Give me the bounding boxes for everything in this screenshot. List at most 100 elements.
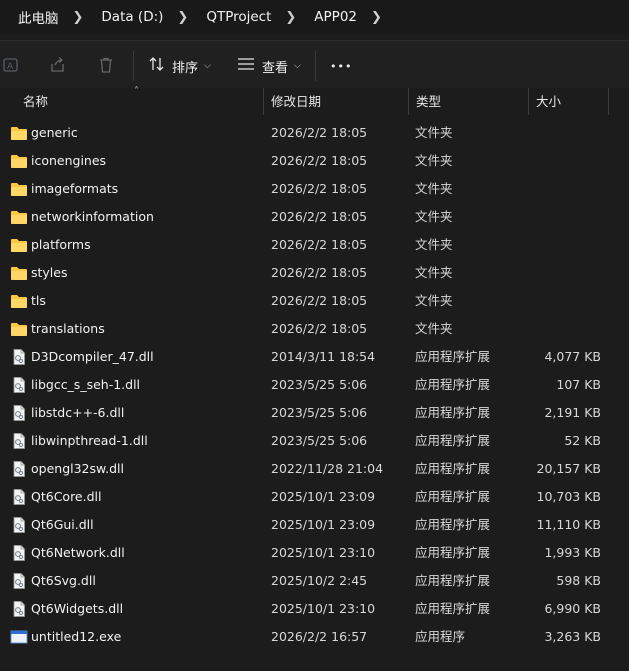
file-name: untitled12.exe [31, 629, 122, 644]
file-date: 2026/2/2 18:05 [271, 125, 368, 140]
table-row[interactable]: libgcc_s_seh-1.dll 2023/5/25 5:06 应用程序扩展 10… [0, 371, 629, 399]
column-divider[interactable] [608, 88, 609, 115]
file-type: 文件夹 [415, 265, 453, 280]
file-name: libgcc_s_seh-1.dll [31, 377, 141, 392]
view-list-icon [237, 57, 262, 75]
table-row[interactable]: libwinpthread-1.dll 2023/5/25 5:06 应用程序扩展 5… [0, 427, 629, 455]
dll-file-icon [10, 433, 28, 449]
table-row[interactable]: Qt6Network.dll 2025/10/1 23:10 应用程序扩展 1,993… [0, 539, 629, 567]
table-row[interactable]: libstdc++-6.dll 2023/5/25 5:06 应用程序扩展 2,191… [0, 399, 629, 427]
file-name: Qt6Svg.dll [31, 573, 96, 588]
file-name: D3Dcompiler_47.dll [31, 349, 154, 364]
file-type: 文件夹 [415, 153, 453, 168]
file-date: 2026/2/2 18:05 [271, 181, 368, 196]
column-name-label: 名称 [23, 94, 49, 109]
file-type: 应用程序扩展 [415, 573, 491, 588]
file-type: 文件夹 [415, 125, 453, 140]
table-row[interactable]: Qt6Widgets.dll 2025/10/1 23:10 应用程序扩展 6,990… [0, 595, 629, 623]
folder-icon [10, 181, 28, 197]
file-type: 文件夹 [415, 237, 453, 252]
folder-icon [10, 153, 28, 169]
file-size: 598 KB [556, 573, 601, 588]
sort-ascending-icon: ˄ [134, 86, 139, 97]
dll-file-icon [10, 517, 28, 533]
chevron-right-icon[interactable]: ❯ [371, 10, 382, 25]
dll-file-icon [10, 489, 28, 505]
column-size-label: 大小 [536, 94, 562, 109]
table-row[interactable]: generic 2026/2/2 18:05 文件夹 [0, 119, 629, 147]
file-date: 2026/2/2 18:05 [271, 237, 368, 252]
file-date: 2026/2/2 18:05 [271, 321, 368, 336]
more-icon: ••• [330, 59, 353, 73]
breadcrumb-item-app02[interactable]: APP02 ❯ [296, 0, 382, 34]
file-size: 4,077 KB [544, 349, 601, 364]
sort-button[interactable]: 排序 ⌵ [148, 52, 211, 80]
column-name[interactable]: 名称 [15, 88, 263, 115]
more-options-button[interactable]: ••• [330, 52, 352, 80]
file-date: 2026/2/2 16:57 [271, 629, 368, 644]
file-name: iconengines [31, 153, 107, 168]
file-date: 2014/3/11 18:54 [271, 349, 376, 364]
breadcrumb: 此电脑 ❯ Data (D:) ❯ QTProject ❯ APP02 ❯ [0, 0, 629, 34]
table-row[interactable]: opengl32sw.dll 2022/11/28 21:04 应用程序扩展 20,1… [0, 455, 629, 483]
trash-icon[interactable] [95, 54, 117, 76]
breadcrumb-label: QTProject [206, 9, 272, 25]
column-modified-label: 修改日期 [271, 94, 322, 109]
table-row[interactable]: untitled12.exe 2026/2/2 16:57 应用程序 3,263 KB [0, 623, 629, 651]
breadcrumb-item-this-pc[interactable]: 此电脑 ❯ [0, 0, 83, 34]
file-name: tls [31, 293, 46, 308]
dll-file-icon [10, 573, 28, 589]
table-row[interactable]: networkinformation 2026/2/2 18:05 文件夹 [0, 203, 629, 231]
table-row[interactable]: iconengines 2026/2/2 18:05 文件夹 [0, 147, 629, 175]
table-row[interactable]: Qt6Core.dll 2025/10/1 23:09 应用程序扩展 10,703 K… [0, 483, 629, 511]
table-row[interactable]: Qt6Gui.dll 2025/10/1 23:09 应用程序扩展 11,110 KB [0, 511, 629, 539]
command-bar: A 排序 ⌵ 查看 ⌵ ••• [0, 40, 629, 91]
table-row[interactable]: translations 2026/2/2 18:05 文件夹 [0, 315, 629, 343]
table-row[interactable]: imageformats 2026/2/2 18:05 文件夹 [0, 175, 629, 203]
rename-icon[interactable]: A [0, 54, 22, 76]
file-name: Qt6Core.dll [31, 489, 102, 504]
table-row[interactable]: platforms 2026/2/2 18:05 文件夹 [0, 231, 629, 259]
sort-icon [148, 56, 172, 76]
breadcrumb-item-qtproject[interactable]: QTProject ❯ [188, 0, 296, 34]
sort-label: 排序 [172, 60, 199, 76]
dll-file-icon [10, 377, 28, 393]
file-date: 2022/11/28 21:04 [271, 461, 384, 476]
toolbar-divider [133, 51, 134, 81]
file-date: 2025/10/1 23:09 [271, 489, 376, 504]
file-size: 6,990 KB [544, 601, 601, 616]
folder-icon [10, 125, 28, 141]
table-row[interactable]: tls 2026/2/2 18:05 文件夹 [0, 287, 629, 315]
table-row[interactable]: D3Dcompiler_47.dll 2014/3/11 18:54 应用程序扩展 4… [0, 343, 629, 371]
file-name: libstdc++-6.dll [31, 405, 125, 420]
file-name: platforms [31, 237, 91, 252]
file-type: 文件夹 [415, 321, 453, 336]
folder-icon [10, 209, 28, 225]
column-modified[interactable]: 修改日期 [263, 88, 409, 115]
file-name: libwinpthread-1.dll [31, 433, 148, 448]
file-name: generic [31, 125, 78, 140]
file-type: 应用程序扩展 [415, 545, 491, 560]
file-type: 文件夹 [415, 181, 453, 196]
file-type: 应用程序扩展 [415, 405, 491, 420]
svg-text:A: A [7, 62, 14, 72]
exe-file-icon [10, 629, 28, 645]
chevron-right-icon[interactable]: ❯ [73, 10, 84, 25]
breadcrumb-item-drive[interactable]: Data (D:) ❯ [83, 0, 188, 34]
column-size[interactable]: 大小 [528, 88, 608, 115]
chevron-right-icon[interactable]: ❯ [285, 10, 296, 25]
column-type-label: 类型 [416, 94, 442, 109]
table-row[interactable]: Qt6Svg.dll 2025/10/2 2:45 应用程序扩展 598 KB [0, 567, 629, 595]
share-icon[interactable] [47, 54, 69, 76]
file-name: Qt6Gui.dll [31, 517, 94, 532]
column-type[interactable]: 类型 [408, 88, 529, 115]
file-size: 52 KB [564, 433, 601, 448]
table-row[interactable]: styles 2026/2/2 18:05 文件夹 [0, 259, 629, 287]
file-date: 2023/5/25 5:06 [271, 433, 368, 448]
file-size: 10,703 KB [536, 489, 601, 504]
chevron-right-icon[interactable]: ❯ [177, 10, 188, 25]
dll-file-icon [10, 601, 28, 617]
view-button[interactable]: 查看 ⌵ [237, 52, 301, 80]
file-date: 2025/10/1 23:10 [271, 545, 376, 560]
dll-file-icon [10, 545, 28, 561]
